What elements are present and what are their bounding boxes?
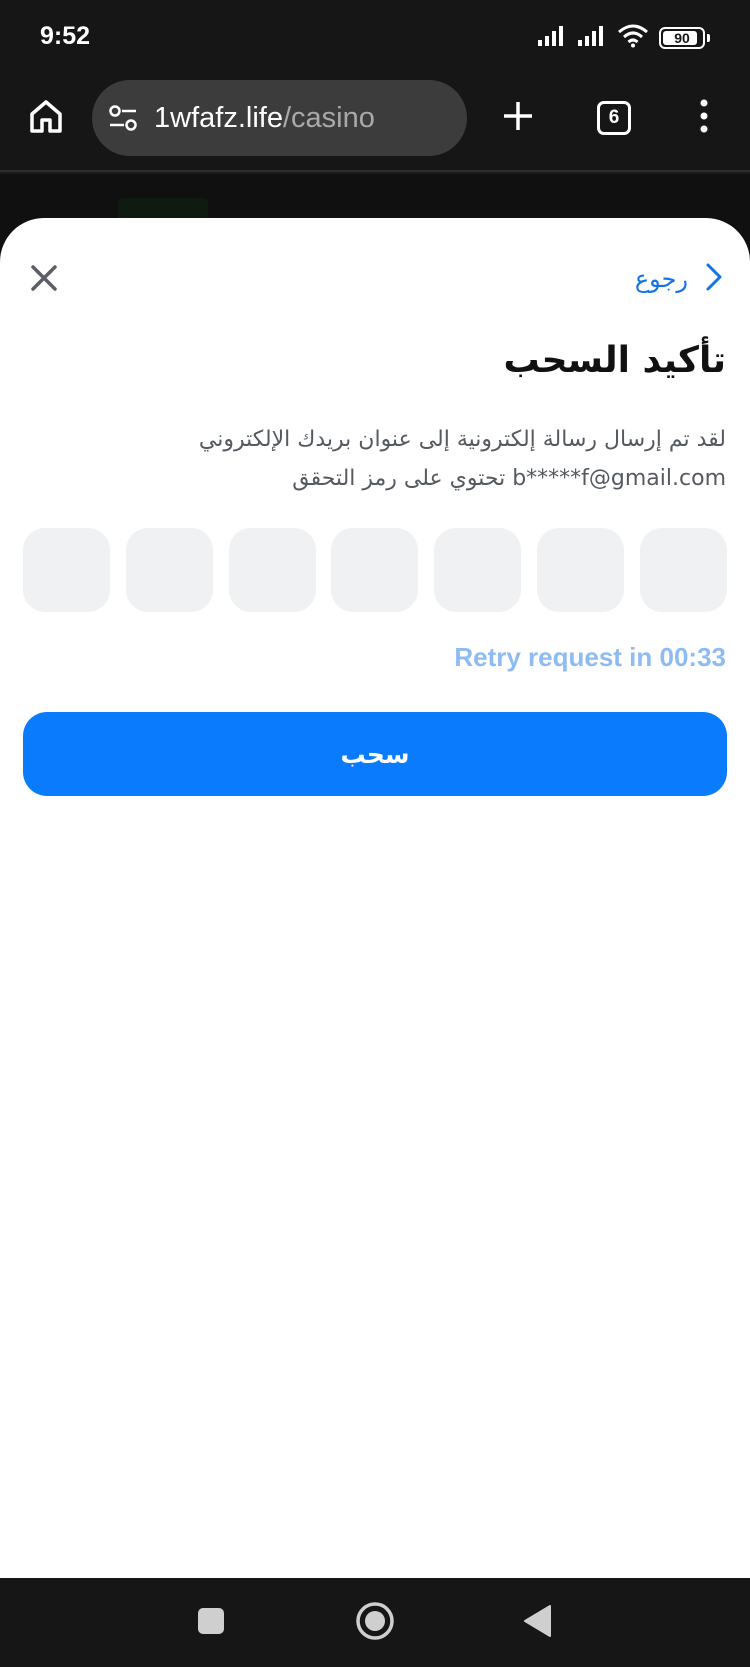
home-circle-icon: [355, 1601, 395, 1645]
signal-icon: [577, 25, 607, 51]
address-bar[interactable]: 1wfafz.life/casino: [92, 80, 467, 156]
status-bar: 9:52 90: [0, 0, 750, 76]
code-digit-input[interactable]: [125, 528, 213, 612]
more-vert-icon: [699, 99, 709, 137]
code-digit-input[interactable]: [23, 528, 110, 612]
home-nav-button[interactable]: [350, 1598, 400, 1648]
wifi-icon: [617, 24, 649, 52]
tabs-icon: 6: [597, 101, 631, 135]
battery-cap: [707, 34, 710, 42]
code-digit-input[interactable]: [537, 528, 625, 612]
withdraw-button[interactable]: سحب: [23, 712, 727, 796]
back-nav-button[interactable]: [512, 1598, 562, 1648]
recents-icon: [197, 1607, 225, 1639]
code-digit-input[interactable]: [639, 528, 727, 612]
battery-icon: 90: [659, 27, 705, 49]
withdrawal-confirmation-sheet: رجوع تأكيد السحب لقد تم إرسال رسالة إلكت…: [0, 218, 750, 1578]
verification-code-input: [23, 528, 727, 612]
recents-button[interactable]: [186, 1598, 236, 1648]
home-button[interactable]: [22, 94, 70, 142]
plus-icon: [501, 99, 535, 137]
back-button[interactable]: رجوع: [635, 254, 724, 304]
code-digit-input[interactable]: [331, 528, 419, 612]
page-title: تأكيد السحب: [503, 340, 726, 381]
url-text: 1wfafz.life/casino: [154, 102, 375, 135]
browser-menu-button[interactable]: [684, 92, 724, 144]
system-navigation-bar: [0, 1578, 750, 1667]
status-icons: 90: [537, 24, 710, 52]
home-icon: [27, 97, 65, 139]
chevron-right-icon: [704, 262, 724, 296]
tab-switcher-button[interactable]: 6: [590, 92, 638, 144]
code-digit-input[interactable]: [228, 528, 316, 612]
url-domain: 1wfafz.life: [154, 101, 283, 134]
back-triangle-icon: [522, 1604, 552, 1642]
browser-toolbar: 1wfafz.life/casino 6: [0, 76, 750, 172]
retry-countdown: Retry request in 00:33: [454, 642, 726, 672]
close-button[interactable]: [24, 260, 64, 300]
close-icon: [30, 264, 58, 296]
signal-icon: [537, 25, 567, 51]
status-time: 9:52: [40, 22, 91, 50]
tune-icon[interactable]: [106, 101, 140, 135]
url-path: /casino: [282, 101, 375, 134]
battery-level: 90: [674, 30, 690, 46]
verification-description: لقد تم إرسال رسالة إلكترونية إلى عنوان ب…: [198, 427, 726, 491]
new-tab-button[interactable]: [494, 92, 542, 144]
code-digit-input[interactable]: [434, 528, 522, 612]
back-label: رجوع: [634, 265, 688, 293]
